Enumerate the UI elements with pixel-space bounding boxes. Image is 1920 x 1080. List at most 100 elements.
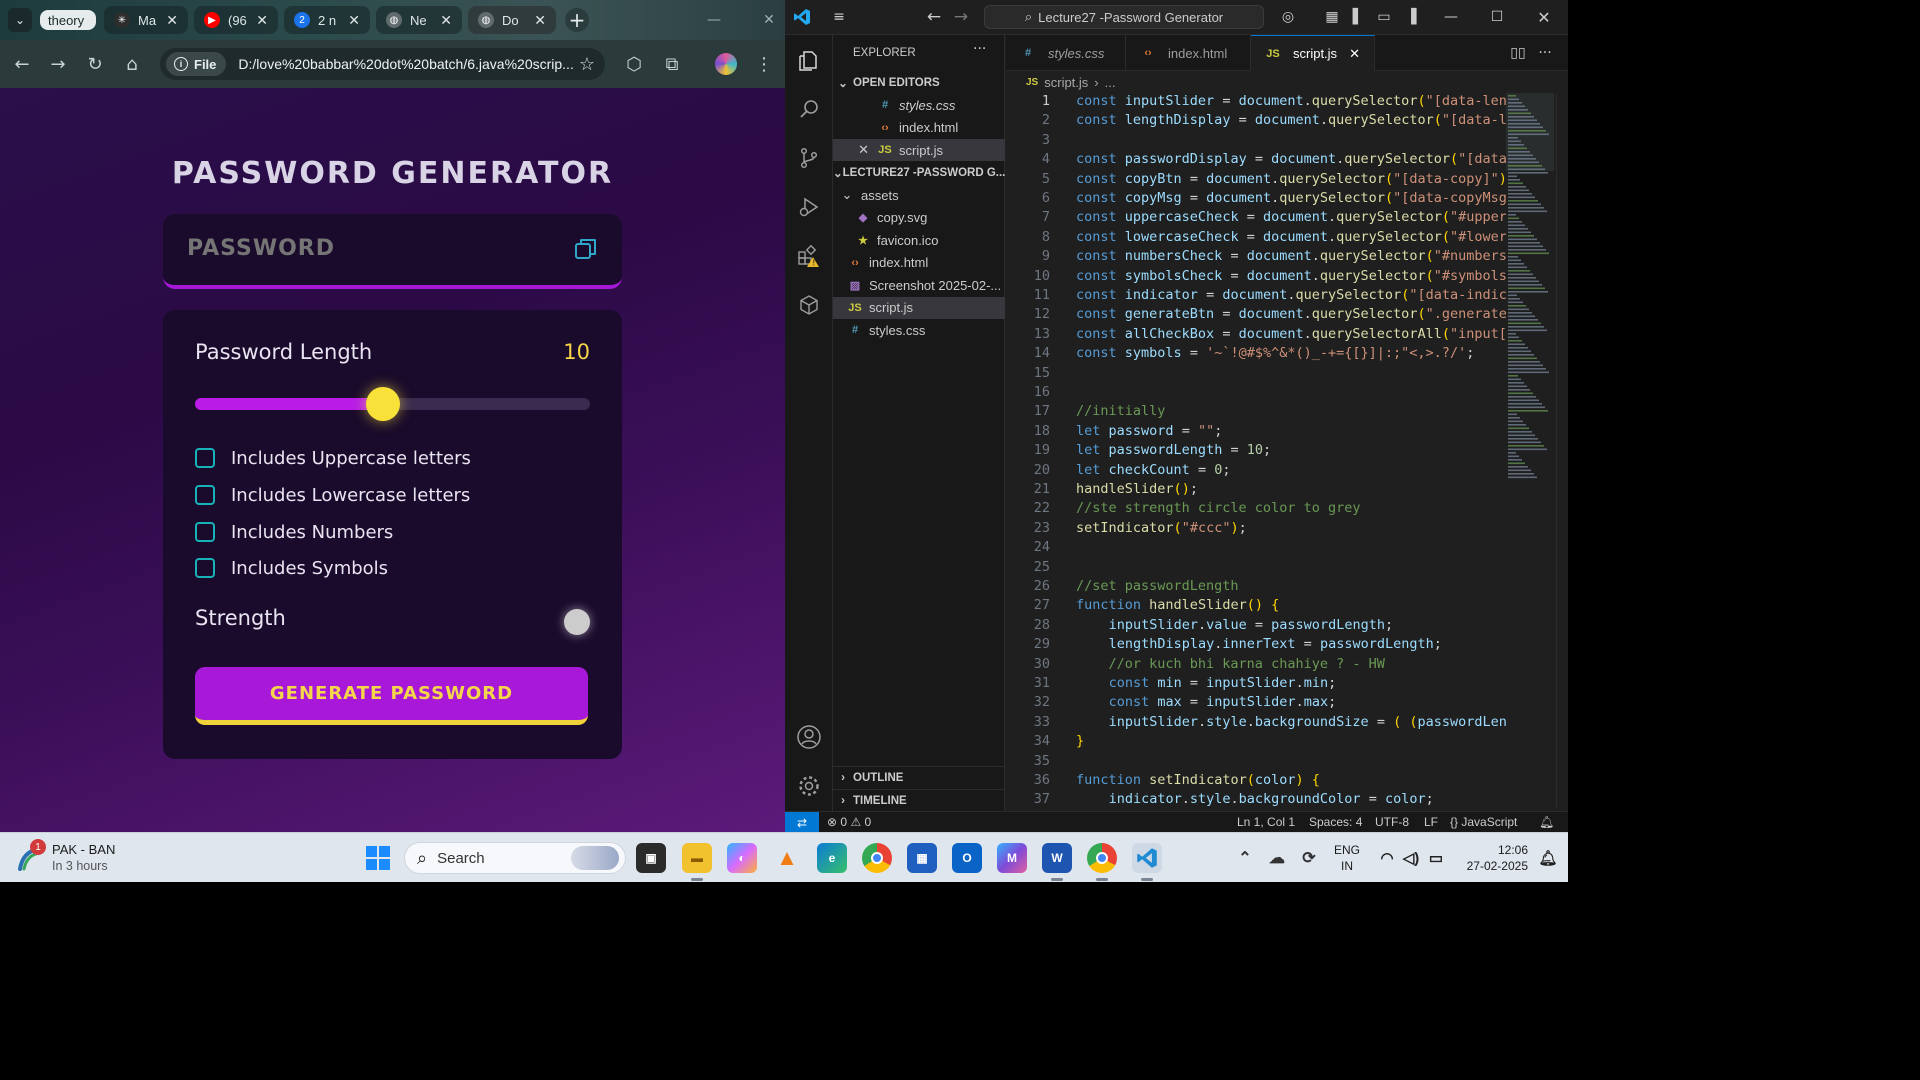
file-item[interactable]: ▨ Screenshot 2025-02-... (833, 274, 1005, 296)
file-item[interactable]: # styles.css (833, 319, 1005, 341)
run-debug-icon[interactable] (793, 191, 825, 223)
site-info-chip[interactable]: i File (166, 52, 227, 76)
extensions-icon[interactable]: ! (793, 240, 825, 272)
tab-close-icon[interactable]: ✕ (440, 12, 452, 29)
more-actions-icon[interactable]: ··· (973, 41, 986, 57)
toggle-sidebar-icon[interactable]: ▌ (1349, 8, 1367, 26)
nav-forward-icon[interactable]: → (952, 7, 970, 27)
copilot-icon[interactable]: ◎ (1279, 8, 1297, 26)
code-line[interactable]: //ste strength circle color to grey (1076, 500, 1360, 516)
browser-tab[interactable]: ✳ Ma ✕ (104, 6, 188, 34)
generate-password-button[interactable]: GENERATE PASSWORD (195, 667, 588, 725)
accounts-icon[interactable] (793, 721, 825, 753)
chrome-icon[interactable] (862, 843, 892, 873)
code-line[interactable]: const symbols = '~`!@#$%^&*()_-+={[}]|:;… (1076, 345, 1474, 361)
code-line[interactable]: const passwordDisplay = document.querySe… (1076, 151, 1506, 167)
weather-widget[interactable]: 1 PAK - BAN In 3 hours (14, 839, 115, 877)
code-line[interactable]: inputSlider.style.backgroundSize = ( (pa… (1076, 714, 1506, 730)
code-line[interactable]: } (1076, 733, 1084, 749)
code-line[interactable]: const max = inputSlider.max; (1076, 694, 1337, 710)
taskbar-search[interactable]: ⌕ Search (404, 842, 626, 874)
forward-icon[interactable]: → (46, 52, 70, 76)
menu-kebab-icon[interactable]: ⋮ (752, 52, 776, 76)
battery-icon[interactable]: ▭ (1421, 843, 1451, 873)
back-icon[interactable]: ← (10, 52, 34, 76)
command-center[interactable]: ⌕ Lecture27 -Password Generator (984, 5, 1264, 29)
address-bar[interactable]: i File D:/love%20babbar%20dot%20batch/6.… (160, 48, 605, 80)
profile-avatar[interactable] (714, 52, 738, 76)
task-view-icon[interactable]: ▣ (636, 843, 666, 873)
file-item[interactable]: ◆ copy.svg (833, 207, 1005, 229)
chrome-active-icon[interactable] (1087, 843, 1117, 881)
code-line[interactable]: const uppercaseCheck = document.querySel… (1076, 209, 1506, 225)
code-editor[interactable]: 1 const inputSlider = document.querySelec… (1006, 93, 1506, 809)
timeline-section[interactable]: › TIMELINE (833, 789, 1005, 811)
code-line[interactable]: const allCheckBox = document.querySelect… (1076, 326, 1506, 342)
windows-start-icon[interactable] (363, 843, 393, 873)
option-row[interactable]: Includes Uppercase letters (195, 443, 471, 473)
layout-customize-icon[interactable]: ▦ (1323, 8, 1341, 26)
close-tab-icon[interactable]: ✕ (1349, 46, 1360, 62)
file-explorer-icon[interactable]: ▬ (682, 843, 712, 881)
slider-thumb[interactable] (365, 387, 400, 421)
sync-icon[interactable]: ⟳ (1294, 843, 1324, 873)
code-line[interactable]: setIndicator("#ccc"); (1076, 520, 1247, 536)
new-tab-button[interactable]: + (565, 8, 589, 32)
tab-close-icon[interactable]: ✕ (348, 12, 360, 29)
show-hidden-icons-chevron-icon[interactable]: ⌃ (1230, 843, 1260, 873)
tab-group-label[interactable]: theory (40, 10, 96, 30)
puzzle-icon[interactable]: ⧉ (660, 52, 684, 76)
settings-gear-icon[interactable] (793, 770, 825, 802)
editor-tab[interactable]: JS script.js ✕ (1251, 35, 1375, 71)
toggle-secondary-sidebar-icon[interactable]: ▐ (1402, 8, 1420, 26)
remote-indicator-icon[interactable]: ⇄ (785, 812, 819, 833)
file-item[interactable]: ‹› index.html (833, 252, 1005, 274)
browser-tab[interactable]: ◍ Ne ✕ (376, 6, 462, 34)
code-line[interactable]: const symbolsCheck = document.querySelec… (1076, 268, 1506, 284)
notification-bell-icon[interactable]: 🔔︎ (1533, 843, 1563, 873)
code-line[interactable]: //or kuch bhi karna chahiye ? - HW (1076, 656, 1385, 672)
vlc-icon[interactable]: ▲ (772, 843, 802, 873)
minimize-icon[interactable]: — (705, 11, 723, 29)
open-editor-item[interactable]: ✕ JS script.js (833, 139, 1005, 161)
clock[interactable]: 12:06 27-02-2025 (1467, 842, 1528, 874)
code-line[interactable]: const generateBtn = document.querySelect… (1076, 306, 1506, 322)
option-row[interactable]: Includes Lowercase letters (195, 480, 470, 510)
option-checkbox[interactable] (195, 485, 215, 505)
browser-tab[interactable]: ◍ Do ✕ (468, 6, 556, 34)
nav-back-icon[interactable]: ← (925, 7, 943, 27)
notifications-bell-icon[interactable]: 🔔︎ (1539, 815, 1554, 829)
store-icon[interactable]: ▦ (907, 843, 937, 873)
home-icon[interactable]: ⌂ (120, 52, 144, 76)
code-line[interactable]: const numbersCheck = document.querySelec… (1076, 248, 1506, 264)
editor-more-icon[interactable]: ··· (1536, 44, 1554, 62)
input-language[interactable]: ENG IN (1334, 842, 1360, 874)
open-editors-section[interactable]: ⌄ OPEN EDITORS (833, 72, 1005, 94)
bookmark-star-icon[interactable]: ☆ (579, 54, 595, 75)
network-drive-icon[interactable]: ☁ (1262, 843, 1292, 873)
code-line[interactable]: const lowercaseCheck = document.querySel… (1076, 229, 1506, 245)
copy-icon[interactable] (573, 236, 599, 262)
window-maximize-icon[interactable]: ☐ (1488, 8, 1506, 26)
password-display[interactable] (187, 236, 547, 261)
toggle-panel-icon[interactable]: ▭ (1375, 8, 1393, 26)
code-line[interactable]: let passwordLength = 10; (1076, 442, 1271, 458)
explorer-icon[interactable] (793, 45, 825, 77)
indentation[interactable]: Spaces: 4 (1309, 815, 1362, 829)
copilot-app-icon[interactable]: ◐ (727, 843, 757, 873)
minimap[interactable] (1506, 93, 1556, 493)
tab-close-icon[interactable]: ✕ (166, 12, 178, 29)
open-editor-item[interactable]: ‹› index.html (833, 117, 1005, 139)
vscode-taskbar-icon[interactable] (1132, 843, 1162, 881)
length-slider[interactable] (195, 387, 590, 421)
code-line[interactable]: handleSlider(); (1076, 481, 1198, 497)
language-mode[interactable]: {} JavaScript (1450, 815, 1517, 829)
browser-tab[interactable]: 2 2 n ✕ (284, 6, 370, 34)
breadcrumb-more[interactable]: ... (1105, 75, 1116, 90)
code-line[interactable]: function setIndicator(color) { (1076, 772, 1320, 788)
cursor-position[interactable]: Ln 1, Col 1 (1237, 815, 1295, 829)
file-item[interactable]: ★ favicon.ico (833, 229, 1005, 251)
editor-tab[interactable]: ‹› index.html (1126, 35, 1251, 71)
code-line[interactable]: function handleSlider() { (1076, 597, 1279, 613)
tab-close-icon[interactable]: ✕ (256, 12, 268, 29)
